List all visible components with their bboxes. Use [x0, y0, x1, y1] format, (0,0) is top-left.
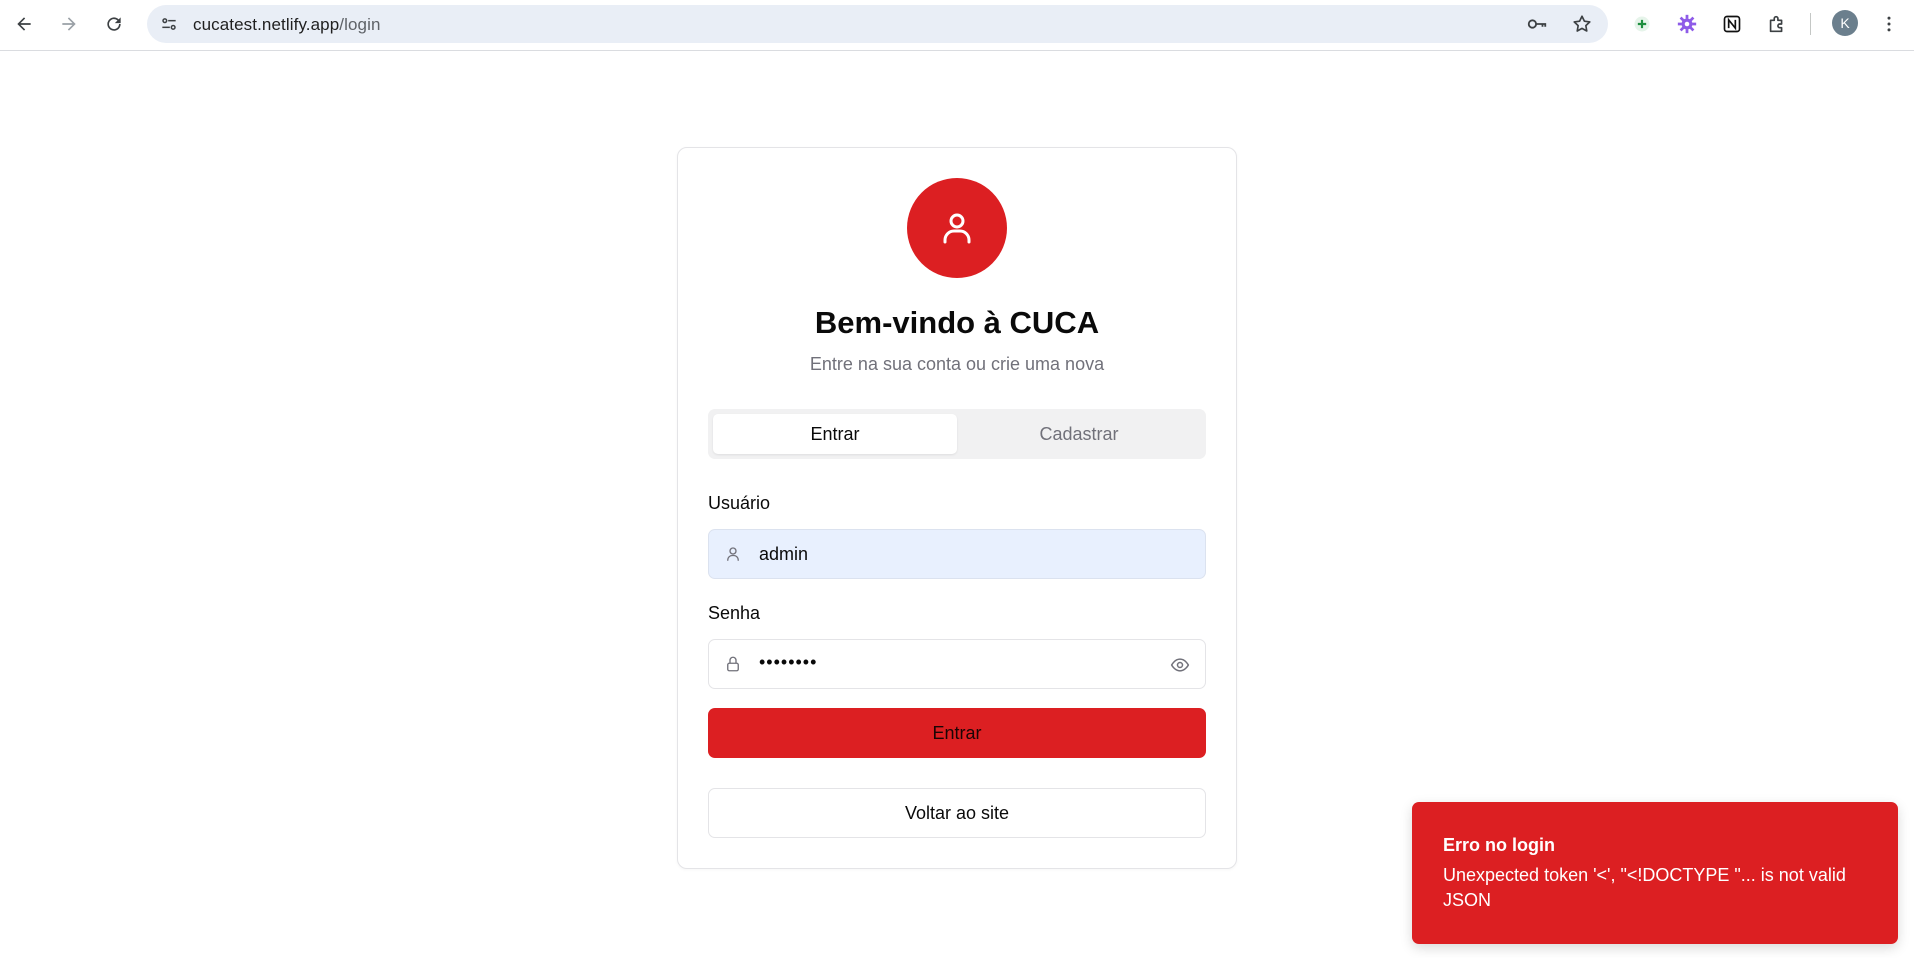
url-path: /login [339, 15, 381, 34]
username-value: admin [759, 544, 809, 564]
extension-plus-icon[interactable] [1628, 10, 1656, 38]
reload-icon[interactable] [98, 8, 130, 40]
password-key-icon[interactable] [1525, 12, 1549, 36]
auth-tabs: Entrar Cadastrar [708, 409, 1206, 459]
user-icon [943, 213, 971, 244]
tab-entrar[interactable]: Entrar [713, 414, 957, 454]
lock-icon [723, 654, 743, 674]
password-value: •••••••• [759, 652, 818, 672]
back-icon[interactable] [8, 8, 40, 40]
login-card: Bem-vindo à CUCA Entre na sua conta ou c… [677, 147, 1237, 869]
bookmark-star-icon[interactable] [1570, 12, 1594, 36]
notion-icon[interactable] [1718, 10, 1746, 38]
forward-icon[interactable] [53, 8, 85, 40]
user-icon [723, 544, 743, 564]
tab-cadastrar[interactable]: Cadastrar [957, 414, 1201, 454]
page-title: Bem-vindo à CUCA [814, 305, 1100, 340]
password-field[interactable]: •••••••• [708, 639, 1206, 689]
username-label: Usuário [708, 493, 771, 513]
url-host: cucatest.netlify.app [193, 15, 340, 34]
password-label: Senha [708, 603, 761, 623]
profile-avatar[interactable]: K [1832, 10, 1858, 36]
toolbar-divider [1810, 13, 1811, 35]
username-field[interactable]: admin [708, 529, 1206, 579]
extension-gear-icon[interactable] [1673, 10, 1701, 38]
eye-icon[interactable] [1169, 654, 1191, 676]
url-text: cucatest.netlify.app/login [193, 15, 381, 35]
user-avatar-logo [907, 178, 1007, 278]
browser-toolbar: cucatest.netlify.app/login K [0, 0, 1914, 51]
toast-title: Erro no login [1443, 835, 1555, 855]
menu-kebab-icon[interactable] [1875, 10, 1903, 38]
back-to-site-button[interactable]: Voltar ao site [708, 788, 1206, 838]
error-toast[interactable]: Erro no login Unexpected token '<', "<!D… [1412, 802, 1898, 944]
site-settings-icon[interactable] [157, 12, 181, 36]
toast-message: Unexpected token '<', "<!DOCTYPE "... is… [1443, 865, 1846, 910]
extensions-puzzle-icon[interactable] [1763, 10, 1791, 38]
page-subtitle: Entre na sua conta ou crie uma nova [809, 354, 1105, 374]
address-bar[interactable]: cucatest.netlify.app/login [147, 5, 1608, 43]
login-submit-button[interactable]: Entrar [708, 708, 1206, 758]
